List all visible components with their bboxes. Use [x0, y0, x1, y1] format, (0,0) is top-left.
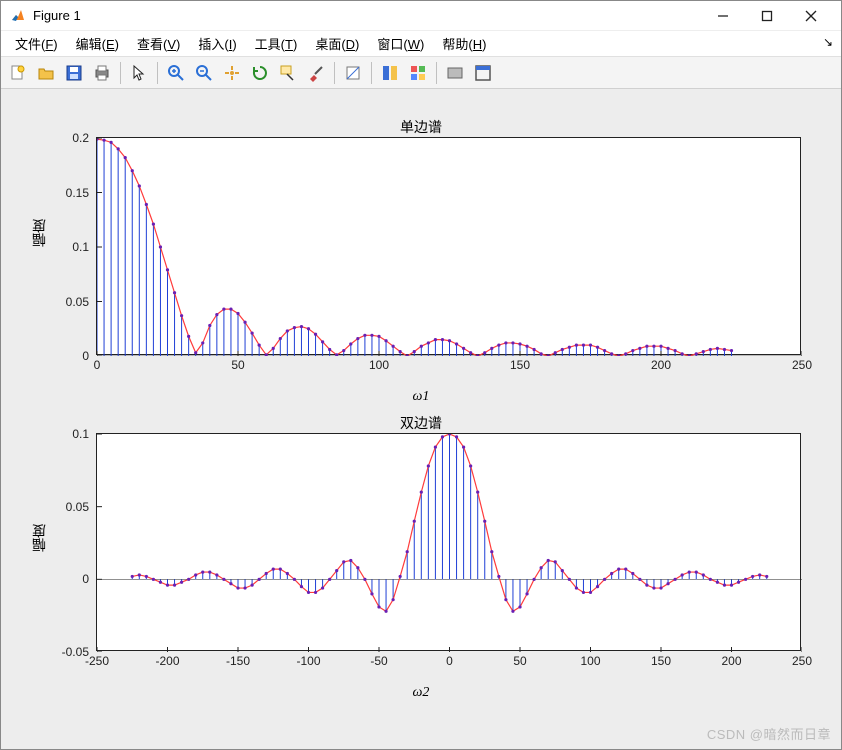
save-icon[interactable] [61, 60, 87, 86]
separator [120, 62, 121, 84]
ytick: 0 [49, 349, 89, 363]
watermark: CSDN @暗然而日章 [707, 724, 831, 743]
xlabel-2: ω2 [1, 685, 841, 701]
figure-canvas: 单边谱 幅度 00.050.10.150.2 050100150200250 ω… [1, 89, 841, 749]
ytick: 0.1 [49, 240, 89, 254]
xtick: 50 [513, 654, 526, 668]
new-figure-icon[interactable] [5, 60, 31, 86]
separator [157, 62, 158, 84]
ytick: 0.2 [49, 131, 89, 145]
ytick: 0.05 [49, 500, 89, 514]
print-icon[interactable] [89, 60, 115, 86]
separator [436, 62, 437, 84]
menubar: 文件(F)编辑(E)查看(V)插入(I)工具(T)桌面(D)窗口(W)帮助(H)… [1, 31, 841, 57]
ylabel-2: 幅度 [29, 524, 49, 552]
xtick: 100 [369, 358, 389, 372]
window-title: Figure 1 [33, 8, 81, 23]
legend-icon[interactable] [377, 60, 403, 86]
matlab-logo-icon [9, 7, 27, 25]
separator [371, 62, 372, 84]
data-cursor-icon[interactable] [275, 60, 301, 86]
titlebar: Figure 1 [1, 1, 841, 31]
dock-icon[interactable] [470, 60, 496, 86]
ytick: -0.05 [49, 645, 89, 659]
xtick: 250 [792, 654, 812, 668]
axes-1[interactable]: 00.050.10.150.2 050100150200250 [96, 137, 801, 355]
zoom-out-icon[interactable] [191, 60, 217, 86]
menu-查看[interactable]: 查看(V) [129, 32, 188, 55]
xtick: 200 [651, 358, 671, 372]
pan-icon[interactable] [219, 60, 245, 86]
plot-tools-icon[interactable] [405, 60, 431, 86]
xtick: 50 [231, 358, 244, 372]
link-plots-icon[interactable] [442, 60, 468, 86]
xtick: 0 [446, 654, 453, 668]
toolbar [1, 57, 841, 89]
open-icon[interactable] [33, 60, 59, 86]
xtick: -50 [370, 654, 387, 668]
ytick: 0 [49, 572, 89, 586]
xtick: 0 [94, 358, 101, 372]
brush-icon[interactable] [303, 60, 329, 86]
menu-帮助[interactable]: 帮助(H) [434, 32, 494, 55]
ytick: 0.15 [49, 186, 89, 200]
xtick: -250 [85, 654, 109, 668]
close-button[interactable] [789, 1, 833, 31]
menu-插入[interactable]: 插入(I) [190, 32, 244, 55]
xtick: -100 [296, 654, 320, 668]
xtick: 150 [510, 358, 530, 372]
ylabel-1: 幅度 [29, 219, 49, 247]
menu-编辑[interactable]: 编辑(E) [68, 32, 127, 55]
menu-桌面[interactable]: 桌面(D) [307, 32, 367, 55]
menu-工具[interactable]: 工具(T) [247, 32, 306, 55]
colorbar-icon[interactable] [340, 60, 366, 86]
minimize-button[interactable] [701, 1, 745, 31]
rotate-icon[interactable] [247, 60, 273, 86]
xtick: 100 [580, 654, 600, 668]
xtick: -150 [226, 654, 250, 668]
axes-2[interactable]: -0.0500.050.1 -250-200-150-100-500501001… [96, 433, 801, 651]
menu-文件[interactable]: 文件(F) [7, 32, 66, 55]
menu-窗口[interactable]: 窗口(W) [369, 32, 432, 55]
xtick: -200 [155, 654, 179, 668]
xtick: 250 [792, 358, 812, 372]
chart-title-1: 单边谱 [1, 117, 841, 137]
ytick: 0.1 [49, 427, 89, 441]
separator [334, 62, 335, 84]
xtick: 200 [721, 654, 741, 668]
ytick: 0.05 [49, 295, 89, 309]
xlabel-1: ω1 [1, 389, 841, 405]
pointer-icon[interactable] [126, 60, 152, 86]
chart-title-2: 双边谱 [1, 413, 841, 433]
xtick: 150 [651, 654, 671, 668]
zoom-in-icon[interactable] [163, 60, 189, 86]
toolbar-overflow-icon[interactable]: ↘ [823, 35, 833, 49]
maximize-button[interactable] [745, 1, 789, 31]
